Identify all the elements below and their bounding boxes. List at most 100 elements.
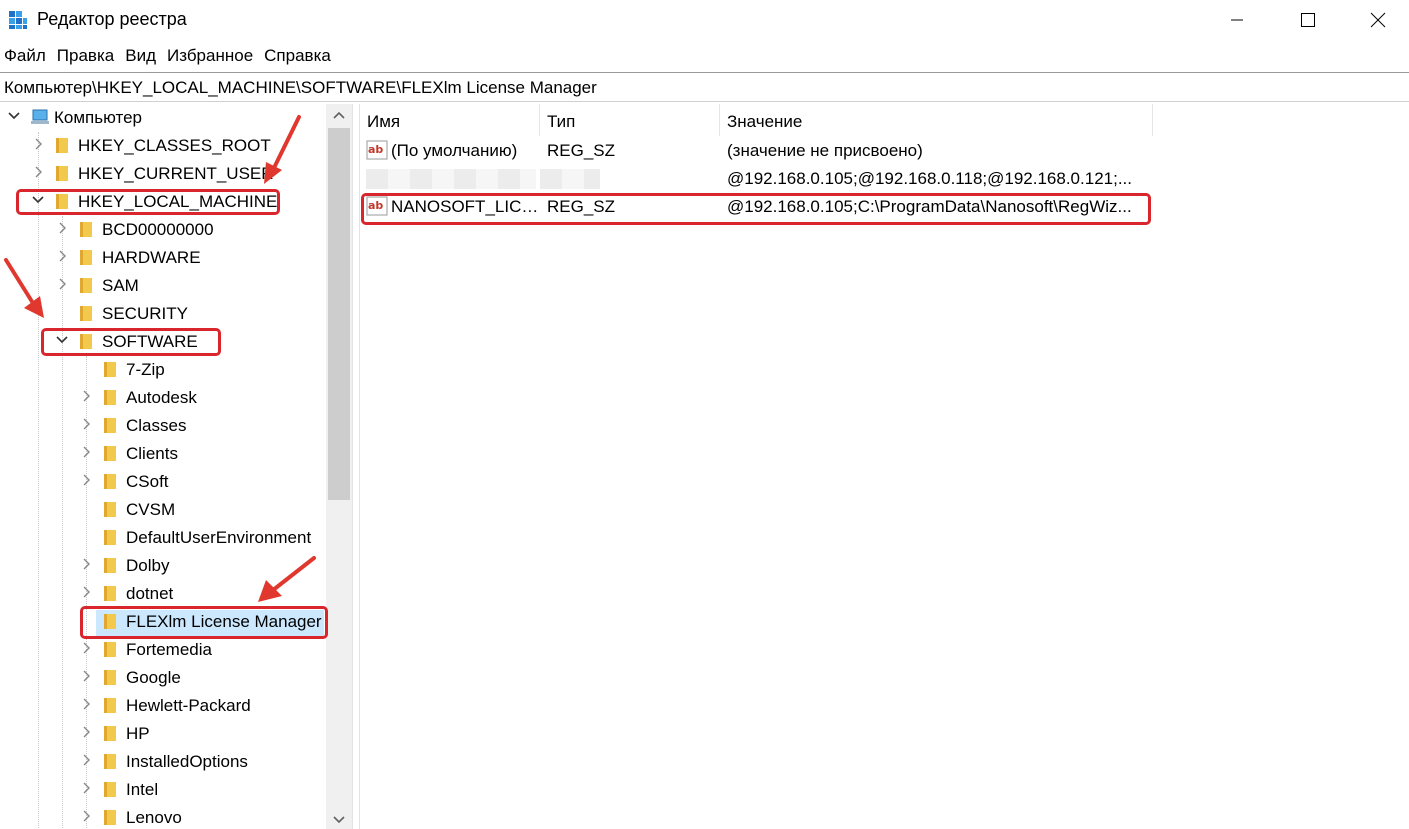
chevron-down-icon[interactable]: [7, 109, 21, 123]
maximize-button[interactable]: [1277, 0, 1339, 40]
tree-item-label: InstalledOptions: [126, 752, 248, 771]
chevron-right-icon[interactable]: [79, 753, 93, 767]
scroll-up-icon[interactable]: [333, 110, 345, 120]
tree-item-hklm[interactable]: HKEY_LOCAL_MACHINE: [0, 188, 330, 216]
tree-item-label: Autodesk: [126, 388, 197, 407]
tree-item-bcd[interactable]: BCD00000000: [0, 216, 330, 244]
chevron-right-icon[interactable]: [55, 221, 69, 235]
tree-item-clients[interactable]: Clients: [0, 440, 330, 468]
menu-favorites[interactable]: Избранное: [163, 42, 260, 70]
value-type: REG_SZ: [547, 197, 616, 216]
tree-item-label: CVSM: [126, 500, 176, 519]
tree-item-fortemedia[interactable]: Fortemedia: [0, 636, 330, 664]
tree-item-defaultuserenvironment[interactable]: DefaultUserEnvironment: [0, 524, 330, 552]
folder-icon: [104, 810, 116, 825]
chevron-right-icon[interactable]: [31, 165, 45, 179]
tree-item-label: HP: [126, 724, 150, 743]
chevron-right-icon[interactable]: [79, 445, 93, 459]
column-header-value[interactable]: Значение: [720, 104, 1153, 136]
tree-item-hkcr[interactable]: HKEY_CLASSES_ROOT: [0, 132, 330, 160]
chevron-right-icon[interactable]: [79, 809, 93, 823]
folder-icon: [104, 642, 116, 657]
folder-icon: [80, 250, 92, 265]
chevron-down-icon[interactable]: [55, 333, 69, 347]
tree-item-label: SAM: [102, 276, 139, 295]
chevron-right-icon[interactable]: [55, 249, 69, 263]
column-header-type[interactable]: Тип: [540, 104, 720, 136]
tree-item-flexlm[interactable]: FLEXlm License Manager: [0, 608, 330, 636]
folder-icon: [104, 670, 116, 685]
tree-item-google[interactable]: Google: [0, 664, 330, 692]
tree-item-label: SOFTWARE: [102, 332, 198, 351]
tree-item-label: Intel: [126, 780, 159, 799]
chevron-right-icon[interactable]: [79, 781, 93, 795]
tree-item-label: DefaultUserEnvironment: [126, 528, 312, 547]
chevron-right-icon[interactable]: [31, 137, 45, 151]
tree-item-cvsm[interactable]: CVSM: [0, 496, 330, 524]
tree-item-hewlett-packard[interactable]: Hewlett-Packard: [0, 692, 330, 720]
values-list: Имя Тип Значение ab (По умолчанию) REG_S…: [360, 104, 1409, 829]
chevron-right-icon[interactable]: [79, 473, 93, 487]
chevron-right-icon[interactable]: [79, 417, 93, 431]
chevron-right-icon[interactable]: [79, 389, 93, 403]
folder-icon: [56, 194, 68, 209]
close-button[interactable]: [1347, 0, 1409, 40]
chevron-right-icon[interactable]: [79, 725, 93, 739]
folder-icon: [104, 586, 116, 601]
tree-item-csoft[interactable]: CSoft: [0, 468, 330, 496]
tree-item-installedoptions[interactable]: InstalledOptions: [0, 748, 330, 776]
value-data: @192.168.0.105;C:\ProgramData\Nanosoft\R…: [727, 197, 1132, 216]
folder-icon: [104, 698, 116, 713]
menu-file[interactable]: Файл: [0, 42, 53, 70]
tree-item-computer[interactable]: Компьютер: [0, 104, 330, 132]
folder-icon: [104, 362, 116, 377]
tree-item-label: SECURITY: [102, 304, 188, 323]
pane-splitter[interactable]: [352, 104, 360, 829]
menu-view[interactable]: Вид: [121, 42, 163, 70]
tree-item-7zip[interactable]: 7-Zip: [0, 356, 330, 384]
column-header-name[interactable]: Имя: [360, 104, 540, 136]
string-value-icon: ab: [366, 196, 388, 216]
tree-item-security[interactable]: SECURITY: [0, 300, 330, 328]
chevron-right-icon[interactable]: [79, 669, 93, 683]
minimize-icon: [1231, 19, 1243, 21]
tree-item-hkcu[interactable]: HKEY_CURRENT_USER: [0, 160, 330, 188]
tree-scrollbar[interactable]: [326, 104, 352, 829]
scroll-down-icon[interactable]: [333, 815, 345, 825]
tree-item-label: 7-Zip: [126, 360, 165, 379]
chevron-right-icon[interactable]: [79, 585, 93, 599]
tree-item-hp[interactable]: HP: [0, 720, 330, 748]
tree-item-classes[interactable]: Classes: [0, 412, 330, 440]
address-bar[interactable]: Компьютер\HKEY_LOCAL_MACHINE\SOFTWARE\FL…: [0, 72, 1409, 102]
scroll-thumb[interactable]: [328, 128, 350, 500]
tree-item-label: Lenovo: [126, 808, 182, 827]
tree-item-label: HKEY_CURRENT_USER: [78, 164, 274, 183]
tree-item-hardware[interactable]: HARDWARE: [0, 244, 330, 272]
value-type: REG_SZ: [547, 141, 616, 160]
menu-help[interactable]: Справка: [260, 42, 338, 70]
chevron-right-icon[interactable]: [79, 641, 93, 655]
folder-icon: [104, 754, 116, 769]
window-title: Редактор реестра: [37, 9, 187, 29]
tree-item-label: Hewlett-Packard: [126, 696, 251, 715]
folder-icon: [80, 278, 92, 293]
tree-item-software[interactable]: SOFTWARE: [0, 328, 330, 356]
menu-edit[interactable]: Правка: [53, 42, 121, 70]
list-row-default[interactable]: ab (По умолчанию) REG_SZ (значение не пр…: [360, 137, 1160, 165]
tree-item-label: HARDWARE: [102, 248, 201, 267]
tree-item-dotnet[interactable]: dotnet: [0, 580, 330, 608]
tree-item-sam[interactable]: SAM: [0, 272, 330, 300]
list-row-nanosoft[interactable]: ab NANOSOFT_LICE... REG_SZ @192.168.0.10…: [360, 193, 1160, 221]
tree-item-intel[interactable]: Intel: [0, 776, 330, 804]
chevron-right-icon[interactable]: [79, 697, 93, 711]
value-data: (значение не присвоено): [727, 141, 923, 160]
chevron-right-icon[interactable]: [79, 557, 93, 571]
registry-editor-icon: [9, 11, 27, 29]
list-row-blurred[interactable]: @192.168.0.105;@192.168.0.118;@192.168.0…: [360, 165, 1160, 193]
chevron-down-icon[interactable]: [31, 193, 45, 207]
minimize-button[interactable]: [1206, 0, 1268, 40]
tree-item-autodesk[interactable]: Autodesk: [0, 384, 330, 412]
tree-item-dolby[interactable]: Dolby: [0, 552, 330, 580]
tree-item-lenovo[interactable]: Lenovo: [0, 804, 330, 829]
chevron-right-icon[interactable]: [55, 277, 69, 291]
